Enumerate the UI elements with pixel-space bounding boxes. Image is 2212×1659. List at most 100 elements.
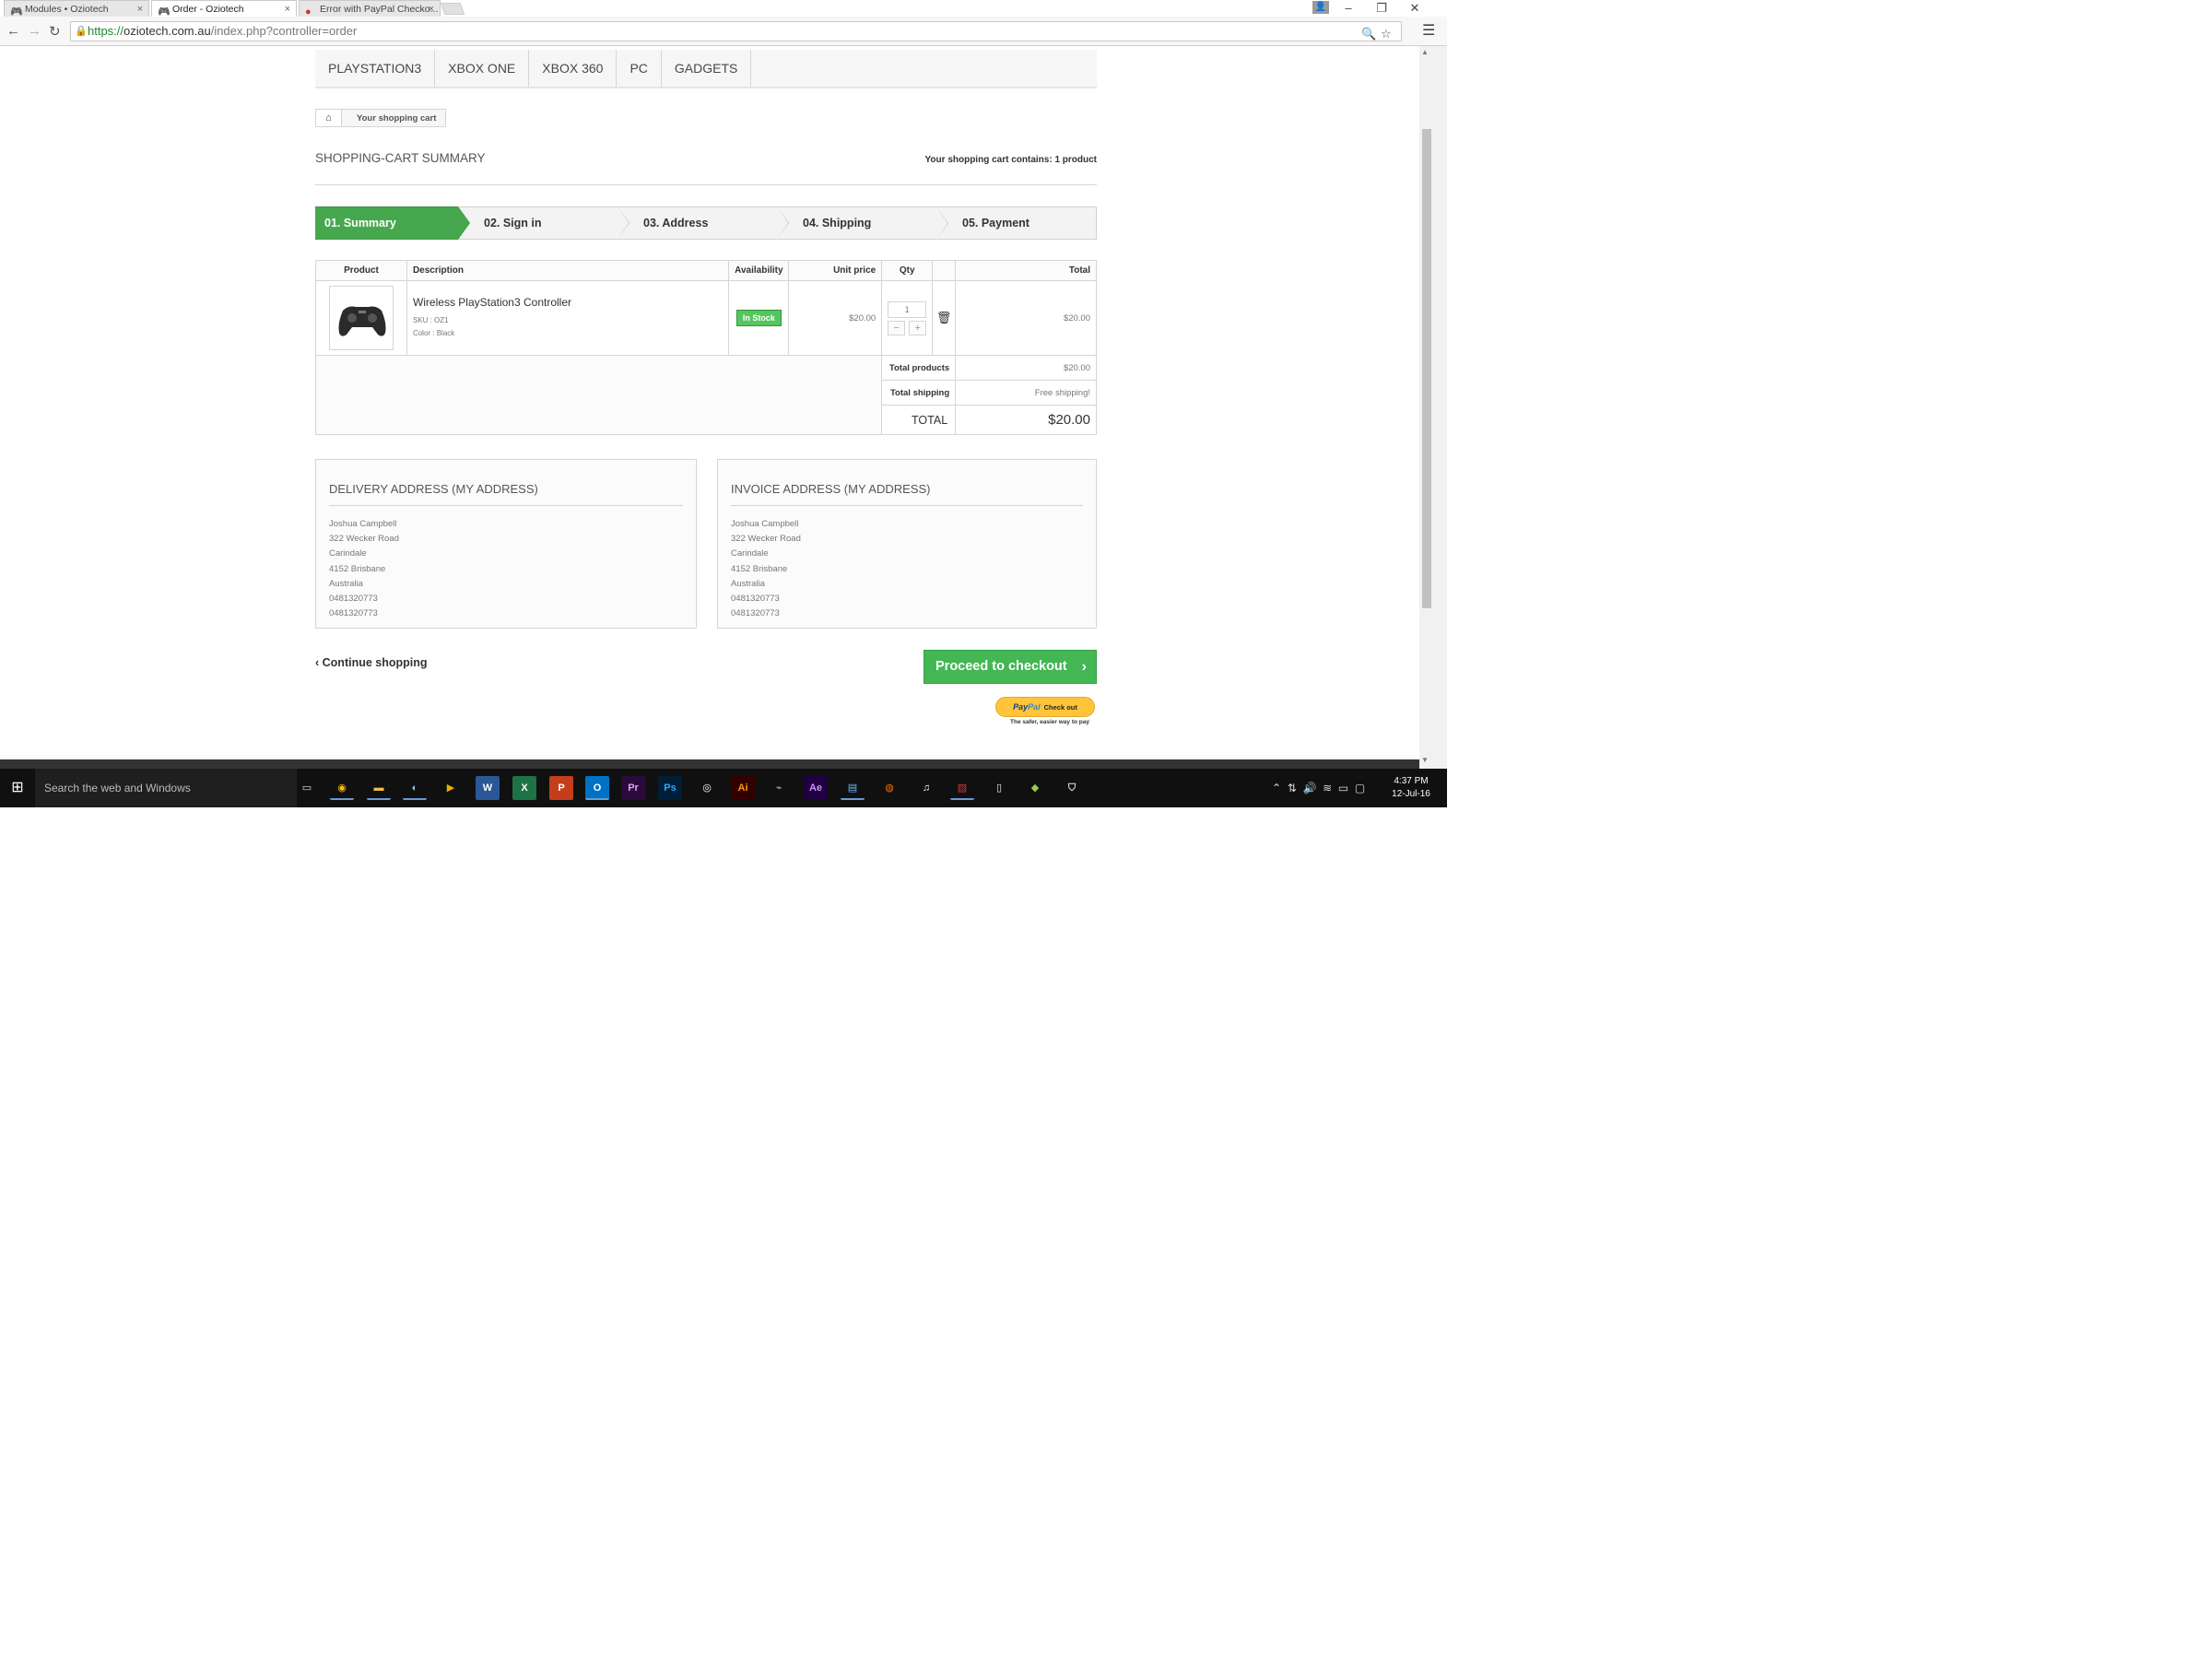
- trash-icon[interactable]: 🗑: [936, 311, 952, 324]
- new-tab-button[interactable]: [440, 3, 465, 15]
- excel-icon[interactable]: X: [512, 776, 536, 800]
- network-app-icon[interactable]: ▤: [841, 776, 865, 800]
- paypal-checkout-label: Check out: [1043, 703, 1077, 712]
- url-scheme: https://: [88, 24, 124, 38]
- tab-order[interactable]: 🎮 Order - Oziotech ×: [151, 0, 297, 17]
- address-line: 0481320773: [731, 594, 780, 605]
- address-bar[interactable]: 🔒 https://oziotech.com.au/index.php?cont…: [70, 21, 1402, 41]
- product-description-cell: Wireless PlayStation3 Controller SKU : O…: [406, 280, 730, 356]
- shield-icon[interactable]: ⛉: [1060, 776, 1084, 800]
- step-payment[interactable]: 05. Payment: [936, 206, 1097, 240]
- menu-icon[interactable]: ☰: [1422, 21, 1435, 40]
- task-view-icon[interactable]: ▭: [295, 776, 319, 800]
- product-image[interactable]: [328, 286, 394, 350]
- step-summary[interactable]: 01. Summary: [315, 206, 470, 240]
- quantity-decrease-button[interactable]: −: [888, 320, 906, 335]
- chevron-left-icon: ‹: [315, 656, 323, 669]
- origin-icon[interactable]: ◍: [877, 776, 901, 800]
- paypal-logo-pay: Pay: [1013, 702, 1029, 712]
- reload-icon[interactable]: ↻: [49, 23, 61, 40]
- chevron-up-icon[interactable]: ⌃: [1272, 782, 1281, 794]
- summary-row-products: Total products $20.00: [314, 355, 1097, 435]
- home-icon[interactable]: ⌂: [316, 110, 342, 126]
- cart-count-prefix: Your shopping cart contains:: [924, 155, 1053, 165]
- divider: [315, 184, 1097, 185]
- taskbar-search-input[interactable]: Search the web and Windows: [35, 769, 297, 807]
- close-icon[interactable]: ×: [429, 1, 434, 17]
- step-shipping[interactable]: 04. Shipping: [777, 206, 948, 240]
- premiere-icon[interactable]: Pr: [621, 776, 645, 800]
- address-line: Australia: [329, 578, 363, 589]
- controller-app-icon[interactable]: ⌁: [767, 776, 791, 800]
- address-line: Joshua Campbell: [329, 519, 397, 529]
- nav-item-gadgets[interactable]: GADGETS: [662, 50, 752, 87]
- window-close-button[interactable]: ✕: [1399, 0, 1430, 17]
- network-icon[interactable]: ⇅: [1288, 782, 1297, 794]
- total-shipping-label: Total shipping: [881, 380, 957, 406]
- scrollbar-thumb[interactable]: [1422, 129, 1431, 608]
- powerpoint-icon[interactable]: P: [549, 776, 573, 800]
- status-badge: In Stock: [735, 310, 782, 326]
- illustrator-icon[interactable]: Ai: [731, 776, 755, 800]
- tab-label: Error with PayPal Checko...: [320, 4, 439, 15]
- tab-modules[interactable]: 🎮 Modules • Oziotech ×: [4, 0, 149, 17]
- table-row: Wireless PlayStation3 Controller SKU : O…: [315, 280, 1097, 356]
- paypal-icon: ●: [305, 6, 312, 17]
- nav-item-playstation3[interactable]: PLAYSTATION3: [315, 50, 436, 87]
- product-name[interactable]: Wireless PlayStation3 Controller: [413, 296, 727, 309]
- folder-sync-icon[interactable]: ◆: [1023, 776, 1047, 800]
- tab-paypal-error[interactable]: ● Error with PayPal Checko... ×: [299, 0, 441, 17]
- outlook-icon[interactable]: O: [585, 776, 609, 800]
- paypal-tagline: The safer, easier way to pay: [1010, 719, 1089, 725]
- continue-shopping-link[interactable]: ‹ Continue shopping: [315, 656, 428, 669]
- photoshop-icon[interactable]: Ps: [658, 776, 682, 800]
- total-products-value: $20.00: [955, 355, 1097, 381]
- continue-shopping-label: Continue shopping: [322, 656, 428, 669]
- address-line: 4152 Brisbane: [329, 563, 386, 574]
- quantity-input[interactable]: 1: [888, 300, 927, 318]
- quantity-increase-button[interactable]: +: [909, 320, 927, 335]
- volume-icon[interactable]: 🔊: [1302, 782, 1316, 794]
- star-icon[interactable]: ☆: [1381, 25, 1392, 43]
- chrome-icon[interactable]: ◉: [330, 776, 354, 800]
- wifi-icon[interactable]: ≋: [1323, 782, 1332, 794]
- controller-icon: [338, 306, 386, 336]
- paint-icon[interactable]: ▧: [950, 776, 974, 800]
- scroll-up-icon[interactable]: ▲: [1421, 48, 1429, 56]
- address-line: Australia: [731, 578, 765, 589]
- column-header-total: Total: [955, 260, 1097, 281]
- windows-start-icon[interactable]: ⊞: [0, 769, 35, 807]
- proceed-to-checkout-button[interactable]: Proceed to checkout ›: [924, 650, 1097, 684]
- grand-total-value: $20.00: [955, 405, 1097, 435]
- forward-icon[interactable]: →: [28, 23, 41, 39]
- scrollbar[interactable]: ▲ ▼: [1419, 46, 1447, 769]
- scroll-down-icon[interactable]: ▼: [1421, 756, 1429, 764]
- steam-icon[interactable]: ◐: [403, 776, 427, 800]
- back-icon[interactable]: ←: [6, 23, 20, 39]
- file-explorer-icon[interactable]: ▬: [367, 776, 391, 800]
- notepad-icon[interactable]: ▯: [987, 776, 1011, 800]
- word-icon[interactable]: W: [476, 776, 500, 800]
- checkout-steps: 01. Summary 02. Sign in 03. Address 04. …: [315, 206, 1097, 240]
- nav-item-xbox-360[interactable]: XBOX 360: [529, 50, 618, 87]
- close-icon[interactable]: ×: [285, 1, 290, 17]
- nav-item-xbox-one[interactable]: XBOX ONE: [435, 50, 530, 87]
- battery-icon[interactable]: ▭: [1338, 782, 1348, 794]
- notification-icon[interactable]: ▢: [1355, 782, 1365, 794]
- step-sign-in[interactable]: 02. Sign in: [458, 206, 629, 240]
- column-header-unit-price: Unit price: [788, 260, 883, 281]
- media-player-icon[interactable]: ▶: [439, 776, 463, 800]
- paypal-checkout-button[interactable]: PayPal Check out: [995, 697, 1095, 717]
- close-icon[interactable]: ×: [137, 1, 143, 17]
- restore-button[interactable]: ❐: [1366, 0, 1397, 17]
- taskbar-clock[interactable]: 4:37 PM 12-Jul-16: [1382, 775, 1440, 801]
- search-icon[interactable]: 🔍: [1361, 25, 1376, 43]
- itunes-icon[interactable]: ♫: [914, 776, 938, 800]
- after-effects-icon[interactable]: Ae: [804, 776, 828, 800]
- obs-icon[interactable]: ◎: [695, 776, 719, 800]
- address-line: 0481320773: [329, 608, 378, 619]
- nav-item-pc[interactable]: PC: [617, 50, 662, 87]
- step-address[interactable]: 03. Address: [618, 206, 789, 240]
- user-profile-icon[interactable]: 👤: [1312, 1, 1329, 14]
- minimize-button[interactable]: –: [1333, 0, 1364, 17]
